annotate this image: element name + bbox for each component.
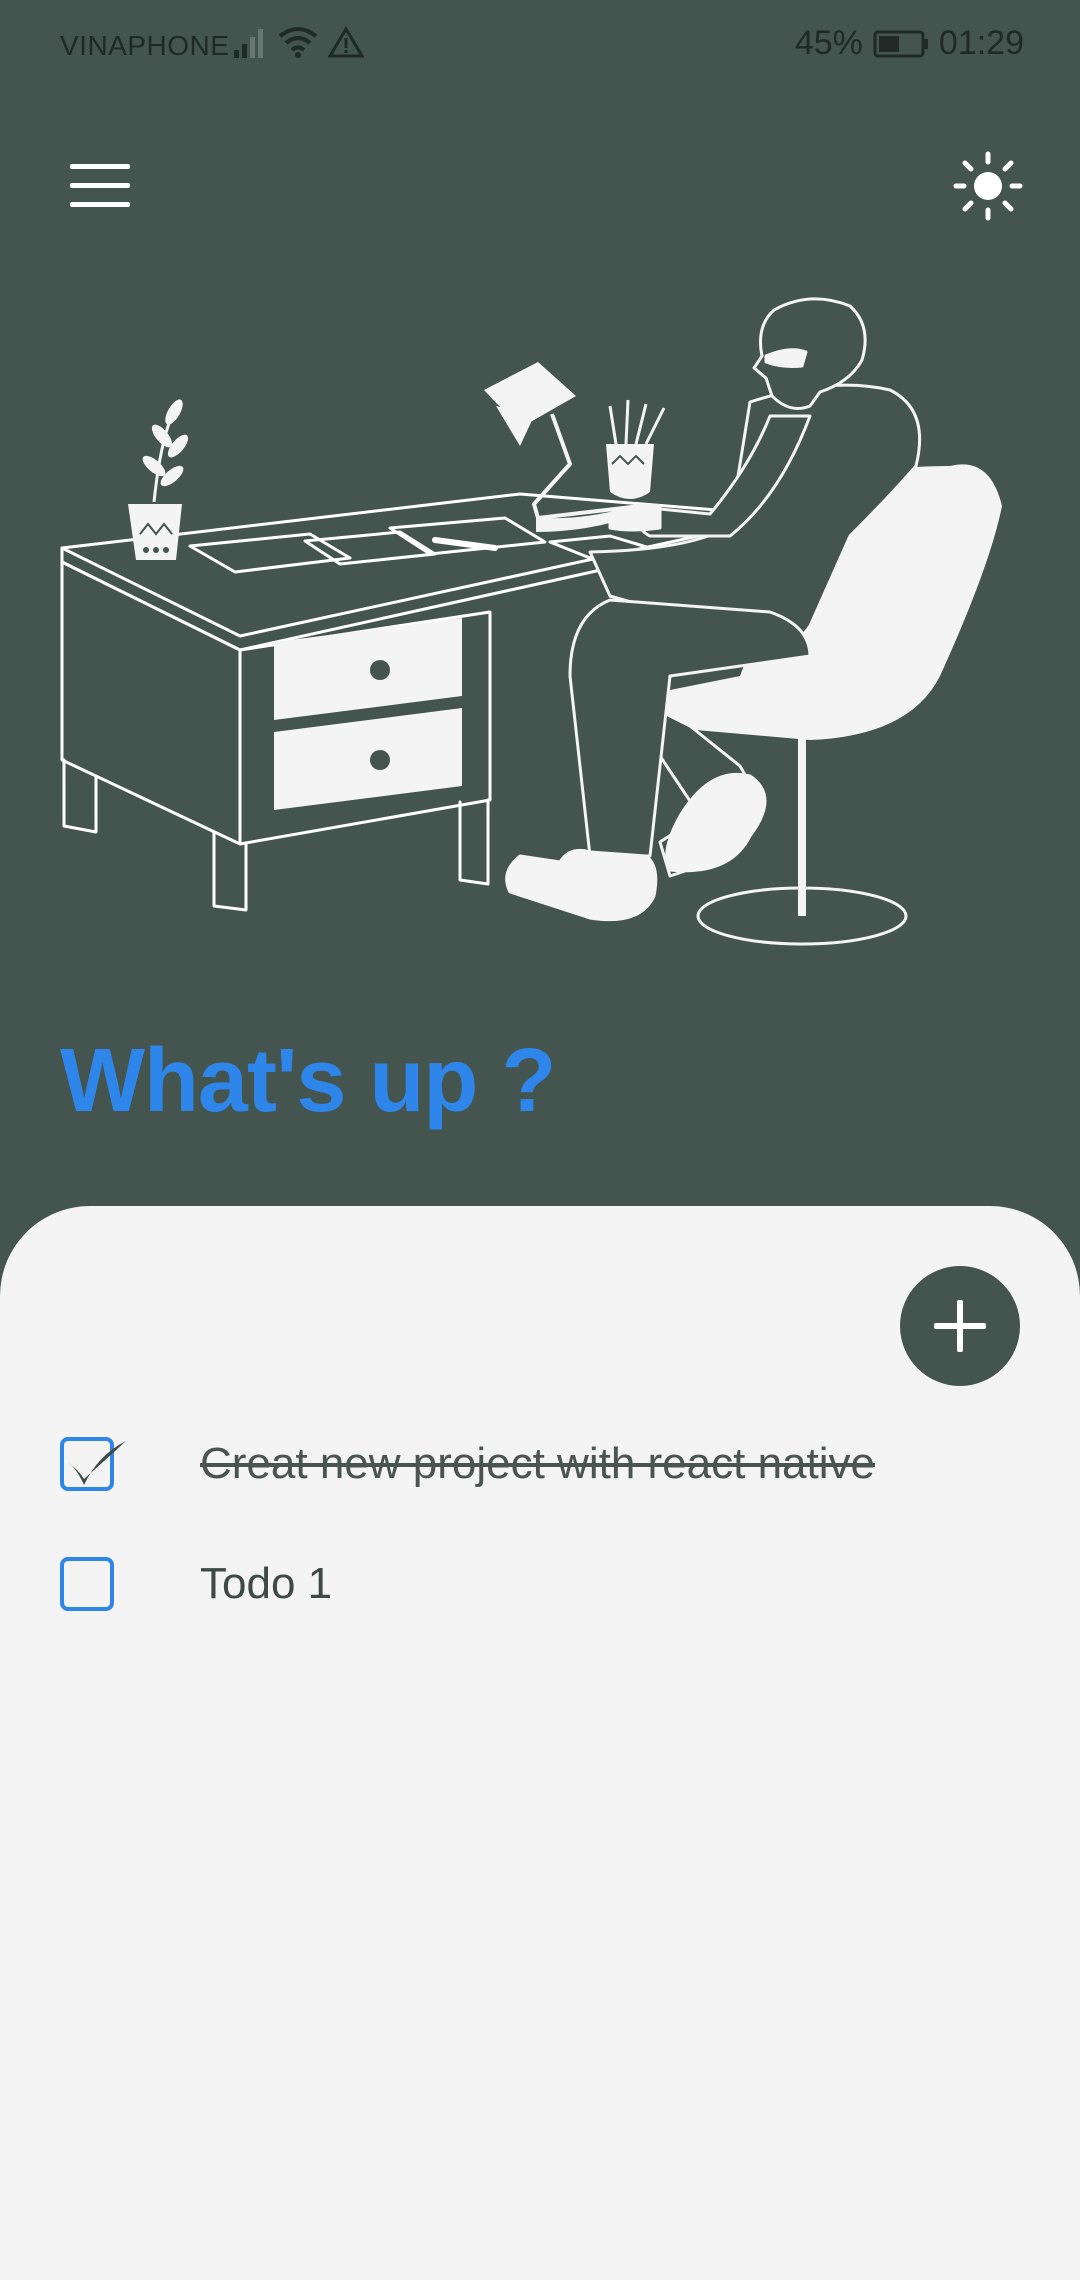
status-bar: VINAPHONE 45% 01:29: [0, 0, 1080, 92]
todo-checkbox[interactable]: [60, 1557, 114, 1611]
todo-checkbox-checked[interactable]: [60, 1437, 126, 1491]
signal-icon: [234, 29, 263, 58]
warning-icon: [328, 26, 364, 58]
plus-icon: [934, 1300, 986, 1352]
todo-sheet: Creat new project with react native Todo…: [0, 1206, 1080, 2280]
status-icons: [232, 26, 364, 58]
hamburger-menu-button[interactable]: [66, 158, 138, 214]
battery-percent: 45%: [794, 24, 863, 62]
person-at-desk-illustration: [60, 297, 1002, 946]
sun-icon: [953, 151, 1023, 221]
todo-item: Creat new project with react native: [60, 1434, 1020, 1494]
hamburger-menu-icon: [70, 164, 130, 207]
wifi-icon: [278, 27, 318, 58]
theme-toggle-button[interactable]: [952, 150, 1024, 222]
carrier-label: VINAPHONE: [60, 30, 230, 61]
page-title: What's up ?: [60, 1031, 556, 1131]
todo-text[interactable]: Todo 1: [200, 1559, 332, 1609]
add-todo-button[interactable]: [900, 1266, 1020, 1386]
checkmark-icon: [68, 1441, 126, 1485]
todo-text[interactable]: Creat new project with react native: [200, 1439, 875, 1489]
clock: 01:29: [938, 24, 1024, 62]
status-right: 45% 01:29: [795, 24, 1024, 63]
battery-icon: [873, 30, 928, 57]
todo-item: Todo 1: [60, 1554, 1020, 1614]
